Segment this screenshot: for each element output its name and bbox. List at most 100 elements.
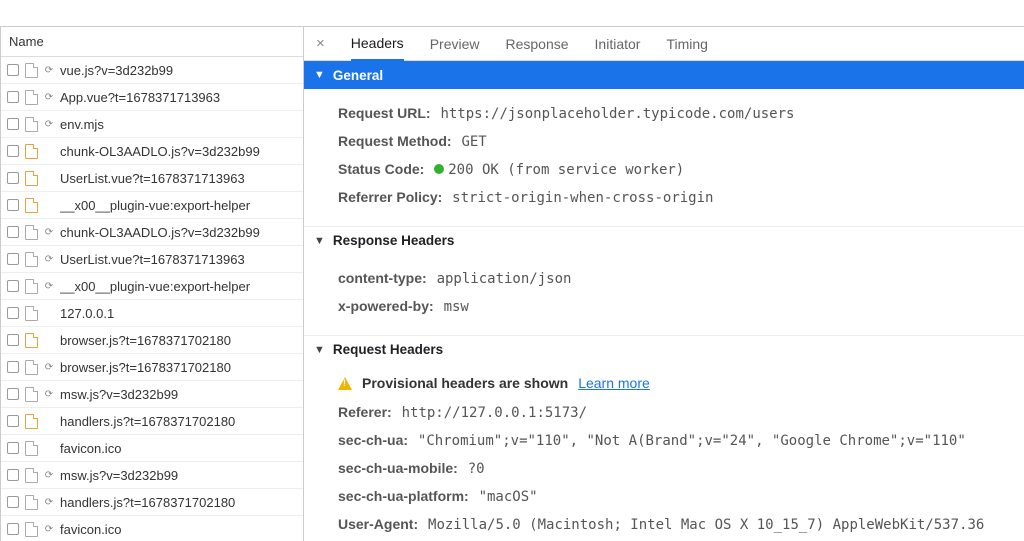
label: User-Agent: xyxy=(338,516,418,532)
request-row[interactable]: ⟳UserList.vue?t=1678371713963 xyxy=(1,165,303,192)
checkbox-icon[interactable] xyxy=(7,442,19,454)
checkbox-icon[interactable] xyxy=(7,361,19,373)
file-icon xyxy=(25,279,38,294)
request-name: chunk-OL3AADLO.js?v=3d232b99 xyxy=(60,144,260,159)
detail-panel: × Headers Preview Response Initiator Tim… xyxy=(304,27,1024,541)
value: msw xyxy=(444,299,469,315)
file-icon xyxy=(25,63,38,78)
label: Status Code: xyxy=(338,161,424,177)
request-row[interactable]: ⟳handlers.js?t=1678371702180 xyxy=(1,489,303,516)
label: sec-ch-ua-mobile: xyxy=(338,460,458,476)
request-row[interactable]: ⟳msw.js?v=3d232b99 xyxy=(1,462,303,489)
request-row[interactable]: ⟳vue.js?v=3d232b99 xyxy=(1,57,303,84)
request-row[interactable]: ⟳browser.js?t=1678371702180 xyxy=(1,327,303,354)
label: Request URL: xyxy=(338,105,431,121)
checkbox-icon[interactable] xyxy=(7,118,19,130)
file-icon xyxy=(25,468,38,483)
file-icon xyxy=(25,306,38,321)
checkbox-icon[interactable] xyxy=(7,280,19,292)
request-row[interactable]: ⟳browser.js?t=1678371702180 xyxy=(1,354,303,381)
redirect-icon: ⟳ xyxy=(44,389,54,399)
checkbox-icon[interactable] xyxy=(7,199,19,211)
request-row[interactable]: ⟳chunk-OL3AADLO.js?v=3d232b99 xyxy=(1,219,303,246)
value: https://jsonplaceholder.typicode.com/use… xyxy=(440,106,794,122)
close-icon[interactable]: × xyxy=(316,35,325,52)
file-icon xyxy=(25,90,38,105)
name-column-header[interactable]: Name xyxy=(1,27,303,57)
redirect-icon: ⟳ xyxy=(44,227,54,237)
label: Referer: xyxy=(338,404,392,420)
checkbox-icon[interactable] xyxy=(7,334,19,346)
section-response-headers: ▼ Response Headers content-type: applica… xyxy=(304,226,1024,335)
request-row[interactable]: ⟳favicon.ico xyxy=(1,435,303,462)
file-icon xyxy=(25,441,38,456)
request-name: env.mjs xyxy=(60,117,104,132)
checkbox-icon[interactable] xyxy=(7,496,19,508)
request-row[interactable]: ⟳msw.js?v=3d232b99 xyxy=(1,381,303,408)
section-toggle-general[interactable]: ▼ General xyxy=(304,61,1024,89)
provisional-text: Provisional headers are shown xyxy=(362,375,568,391)
file-icon xyxy=(25,495,38,510)
learn-more-link[interactable]: Learn more xyxy=(578,375,650,391)
request-name: favicon.ico xyxy=(60,441,121,456)
checkbox-icon[interactable] xyxy=(7,145,19,157)
label: Request Method: xyxy=(338,133,452,149)
file-icon xyxy=(25,198,38,213)
request-list: ⟳vue.js?v=3d232b99⟳App.vue?t=16783717139… xyxy=(1,57,303,541)
file-icon xyxy=(25,144,38,159)
request-row[interactable]: ⟳UserList.vue?t=1678371713963 xyxy=(1,246,303,273)
request-row[interactable]: ⟳App.vue?t=1678371713963 xyxy=(1,84,303,111)
checkbox-icon[interactable] xyxy=(7,253,19,265)
value: http://127.0.0.1:5173/ xyxy=(402,405,587,421)
section-request-headers: ▼ Request Headers Provisional headers ar… xyxy=(304,335,1024,541)
request-row[interactable]: ⟳env.mjs xyxy=(1,111,303,138)
checkbox-icon[interactable] xyxy=(7,388,19,400)
file-icon xyxy=(25,522,38,537)
request-row[interactable]: ⟳__x00__plugin-vue:export-helper xyxy=(1,273,303,300)
checkbox-icon[interactable] xyxy=(7,91,19,103)
section-toggle-response-headers[interactable]: ▼ Response Headers xyxy=(304,226,1024,254)
checkbox-icon[interactable] xyxy=(7,415,19,427)
checkbox-icon[interactable] xyxy=(7,307,19,319)
request-row[interactable]: ⟳127.0.0.1 xyxy=(1,300,303,327)
kv-sec-ch-ua-platform: sec-ch-ua-platform: "macOS" xyxy=(338,485,1014,508)
request-row[interactable]: ⟳__x00__plugin-vue:export-helper xyxy=(1,192,303,219)
chevron-down-icon: ▼ xyxy=(314,235,325,247)
section-title: General xyxy=(333,68,383,83)
request-name: favicon.ico xyxy=(60,522,121,537)
label: content-type: xyxy=(338,270,427,286)
checkbox-icon[interactable] xyxy=(7,469,19,481)
redirect-icon: ⟳ xyxy=(44,524,54,534)
value: 200 OK (from service worker) xyxy=(434,162,684,178)
file-icon xyxy=(25,333,38,348)
tab-timing[interactable]: Timing xyxy=(666,28,708,60)
file-icon xyxy=(25,252,38,267)
checkbox-icon[interactable] xyxy=(7,172,19,184)
redirect-icon: ⟳ xyxy=(44,65,54,75)
request-row[interactable]: ⟳chunk-OL3AADLO.js?v=3d232b99 xyxy=(1,138,303,165)
checkbox-icon[interactable] xyxy=(7,226,19,238)
value: application/json xyxy=(437,271,572,287)
provisional-headers-notice: Provisional headers are shown Learn more xyxy=(338,375,1014,391)
kv-user-agent: User-Agent: Mozilla/5.0 (Macintosh; Inte… xyxy=(338,513,1014,541)
value: ?0 xyxy=(468,461,485,477)
tab-initiator[interactable]: Initiator xyxy=(595,28,641,60)
section-toggle-request-headers[interactable]: ▼ Request Headers xyxy=(304,335,1024,363)
request-name: browser.js?t=1678371702180 xyxy=(60,360,231,375)
value: strict-origin-when-cross-origin xyxy=(452,190,713,206)
tab-preview[interactable]: Preview xyxy=(430,28,480,60)
redirect-icon: ⟳ xyxy=(44,254,54,264)
checkbox-icon[interactable] xyxy=(7,523,19,535)
label: Referrer Policy: xyxy=(338,189,442,205)
tab-headers[interactable]: Headers xyxy=(351,27,404,61)
checkbox-icon[interactable] xyxy=(7,64,19,76)
tab-response[interactable]: Response xyxy=(505,28,568,60)
section-title: Request Headers xyxy=(333,342,443,357)
kv-request-method: Request Method: GET xyxy=(338,130,1014,153)
request-row[interactable]: ⟳ favicon.ico xyxy=(1,516,303,541)
kv-referrer-policy: Referrer Policy: strict-origin-when-cros… xyxy=(338,186,1014,209)
status-text: 200 OK (from service worker) xyxy=(448,162,684,178)
redirect-icon: ⟳ xyxy=(44,281,54,291)
request-name: UserList.vue?t=1678371713963 xyxy=(60,171,245,186)
request-row[interactable]: ⟳handlers.js?t=1678371702180 xyxy=(1,408,303,435)
